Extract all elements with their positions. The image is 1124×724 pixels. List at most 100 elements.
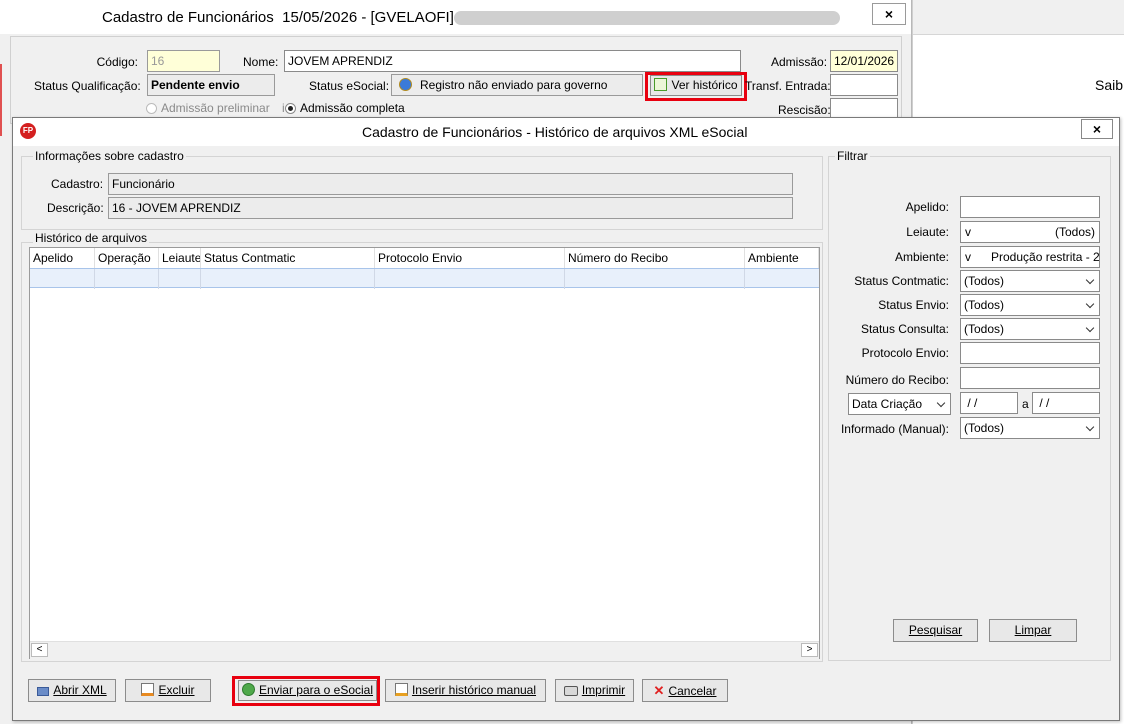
date-from-input[interactable]: / / — [960, 392, 1018, 414]
col-apelido[interactable]: Apelido — [30, 248, 95, 268]
rescisao-field[interactable] — [830, 98, 898, 118]
numero-recibo-input[interactable] — [960, 367, 1100, 389]
main-window-title: Cadastro de Funcionários 15/05/2026 - [G… — [102, 9, 464, 26]
cancelar-button[interactable]: ✕ Cancelar — [642, 679, 728, 702]
ambiente-label: Ambiente: — [894, 250, 949, 264]
date-separator: a — [1022, 397, 1029, 411]
horizontal-scrollbar[interactable]: < > — [30, 641, 819, 659]
transf-entrada-field[interactable] — [830, 74, 898, 96]
date-to-input[interactable]: / / — [1032, 392, 1100, 414]
radio-checked-icon — [285, 103, 296, 114]
imprimir-label: Imprimir — [581, 683, 626, 697]
status-contmatic-label: Status Contmatic: — [854, 274, 949, 288]
title-redacted-bar — [454, 11, 840, 25]
protocolo-envio-label: Protocolo Envio: — [861, 346, 949, 360]
col-status-contmatic[interactable]: Status Contmatic — [201, 248, 375, 268]
leiaute-label: Leiaute: — [906, 225, 949, 239]
cadastro-label: Cadastro: — [51, 177, 104, 191]
inserir-historico-button[interactable]: Inserir histórico manual — [385, 679, 546, 702]
numero-recibo-label: Número do Recibo: — [845, 373, 949, 387]
ambiente-chevron-icon: v — [965, 250, 971, 264]
status-envio-select[interactable]: (Todos) — [960, 294, 1100, 316]
leiaute-value: (Todos) — [1054, 225, 1095, 239]
esocial-status-icon — [399, 78, 412, 91]
history-dialog: FP Cadastro de Funcionários - Histórico … — [12, 117, 1120, 721]
ver-historico-highlight — [645, 72, 747, 101]
scroll-right-button[interactable]: > — [801, 643, 818, 657]
transf-entrada-label: Transf. Entrada: — [745, 79, 831, 93]
enviar-esocial-highlight — [232, 676, 380, 706]
nome-field[interactable]: JOVEM APRENDIZ — [284, 50, 741, 72]
codigo-label: Código: — [96, 55, 138, 69]
status-esocial-field: Registro não enviado para governo — [391, 74, 643, 96]
nome-label-visible: Nome: — [243, 55, 279, 69]
rescisao-label: Rescisão: — [778, 103, 831, 117]
limpar-label: Limpar — [1014, 623, 1052, 637]
admissao-preliminar-radio[interactable]: Admissão preliminar — [146, 101, 270, 115]
leiaute-select[interactable]: v (Todos) — [960, 221, 1100, 243]
xml-icon — [37, 687, 50, 696]
main-window-titlebar: Cadastro de Funcionários 15/05/2026 - [G… — [0, 0, 911, 34]
pesquisar-label: Pesquisar — [908, 623, 963, 637]
admissao-completa-radio[interactable]: Admissão completa — [285, 101, 405, 115]
pesquisar-button[interactable]: Pesquisar — [893, 619, 978, 642]
descricao-label: Descrição: — [47, 201, 104, 215]
codigo-field[interactable]: 16 — [147, 50, 220, 72]
inserir-historico-label: Inserir histórico manual — [411, 683, 537, 697]
admissao-preliminar-label: Admissão preliminar — [161, 101, 270, 115]
status-envio-label: Status Envio: — [878, 298, 949, 312]
col-operacao[interactable]: Operação — [95, 248, 159, 268]
history-table[interactable]: Apelido Operação Leiaute Status Contmati… — [29, 247, 820, 659]
status-esocial-value: Registro não enviado para governo — [420, 78, 608, 92]
left-edge-red-line — [0, 64, 2, 136]
app-logo-icon: FP — [20, 123, 36, 139]
printer-icon — [563, 686, 578, 696]
col-protocolo-envio[interactable]: Protocolo Envio — [375, 248, 565, 268]
col-numero-recibo[interactable]: Número do Recibo — [565, 248, 745, 268]
dialog-title: Cadastro de Funcionários - Histórico de … — [362, 124, 748, 140]
excluir-label: Excluir — [158, 683, 195, 697]
status-esocial-label: Status eSocial: — [309, 79, 390, 93]
descricao-field: 16 - JOVEM APRENDIZ — [108, 197, 793, 219]
ambiente-value: Produção restrita - 2 — [991, 250, 1100, 264]
dialog-close-button[interactable]: × — [1081, 119, 1113, 139]
insert-document-icon — [394, 683, 408, 696]
cadastro-field: Funcionário — [108, 173, 793, 195]
cancelar-label: Cancelar — [668, 684, 717, 698]
informado-select[interactable]: (Todos) — [960, 417, 1100, 439]
table-header: Apelido Operação Leiaute Status Contmati… — [30, 248, 819, 268]
status-consulta-label: Status Consulta: — [860, 322, 949, 336]
table-row[interactable] — [30, 268, 819, 289]
imprimir-button[interactable]: Imprimir — [555, 679, 634, 702]
filter-group-label: Filtrar — [835, 149, 870, 163]
excluir-button[interactable]: Excluir — [125, 679, 211, 702]
admissao-label: Admissão: — [771, 55, 828, 69]
abrir-xml-label: Abrir XML — [53, 683, 107, 697]
col-leiaute[interactable]: Leiaute — [159, 248, 201, 268]
informado-label: Informado (Manual): — [840, 422, 949, 436]
leiaute-chevron-icon: v — [965, 225, 971, 239]
status-contmatic-select[interactable]: (Todos) — [960, 270, 1100, 292]
status-consulta-select[interactable]: (Todos) — [960, 318, 1100, 340]
main-close-button[interactable]: × — [872, 3, 906, 25]
delete-document-icon — [141, 683, 155, 696]
scroll-left-button[interactable]: < — [31, 643, 48, 657]
side-text: Saib — [1095, 77, 1124, 93]
apelido-label: Apelido: — [905, 200, 949, 214]
status-qualificacao-field: Pendente envio — [147, 74, 275, 96]
protocolo-envio-input[interactable] — [960, 342, 1100, 364]
admissao-field[interactable]: 12/01/2026 — [830, 50, 898, 72]
info-group-label: Informações sobre cadastro — [33, 149, 186, 163]
historico-group-label: Histórico de arquivos — [33, 231, 150, 245]
dialog-titlebar: FP Cadastro de Funcionários - Histórico … — [13, 118, 1119, 146]
status-qualificacao-label: Status Qualificação: — [34, 79, 141, 93]
limpar-button[interactable]: Limpar — [989, 619, 1077, 642]
ambiente-select[interactable]: v Produção restrita - 2 — [960, 246, 1100, 268]
radio-unchecked-icon — [146, 103, 157, 114]
cancel-x-icon: ✕ — [653, 683, 665, 698]
col-ambiente[interactable]: Ambiente — [745, 248, 819, 268]
data-tipo-select[interactable]: Data Criação — [848, 393, 951, 415]
abrir-xml-button[interactable]: Abrir XML — [28, 679, 116, 702]
apelido-input[interactable] — [960, 196, 1100, 218]
admissao-completa-label: Admissão completa — [300, 101, 405, 115]
